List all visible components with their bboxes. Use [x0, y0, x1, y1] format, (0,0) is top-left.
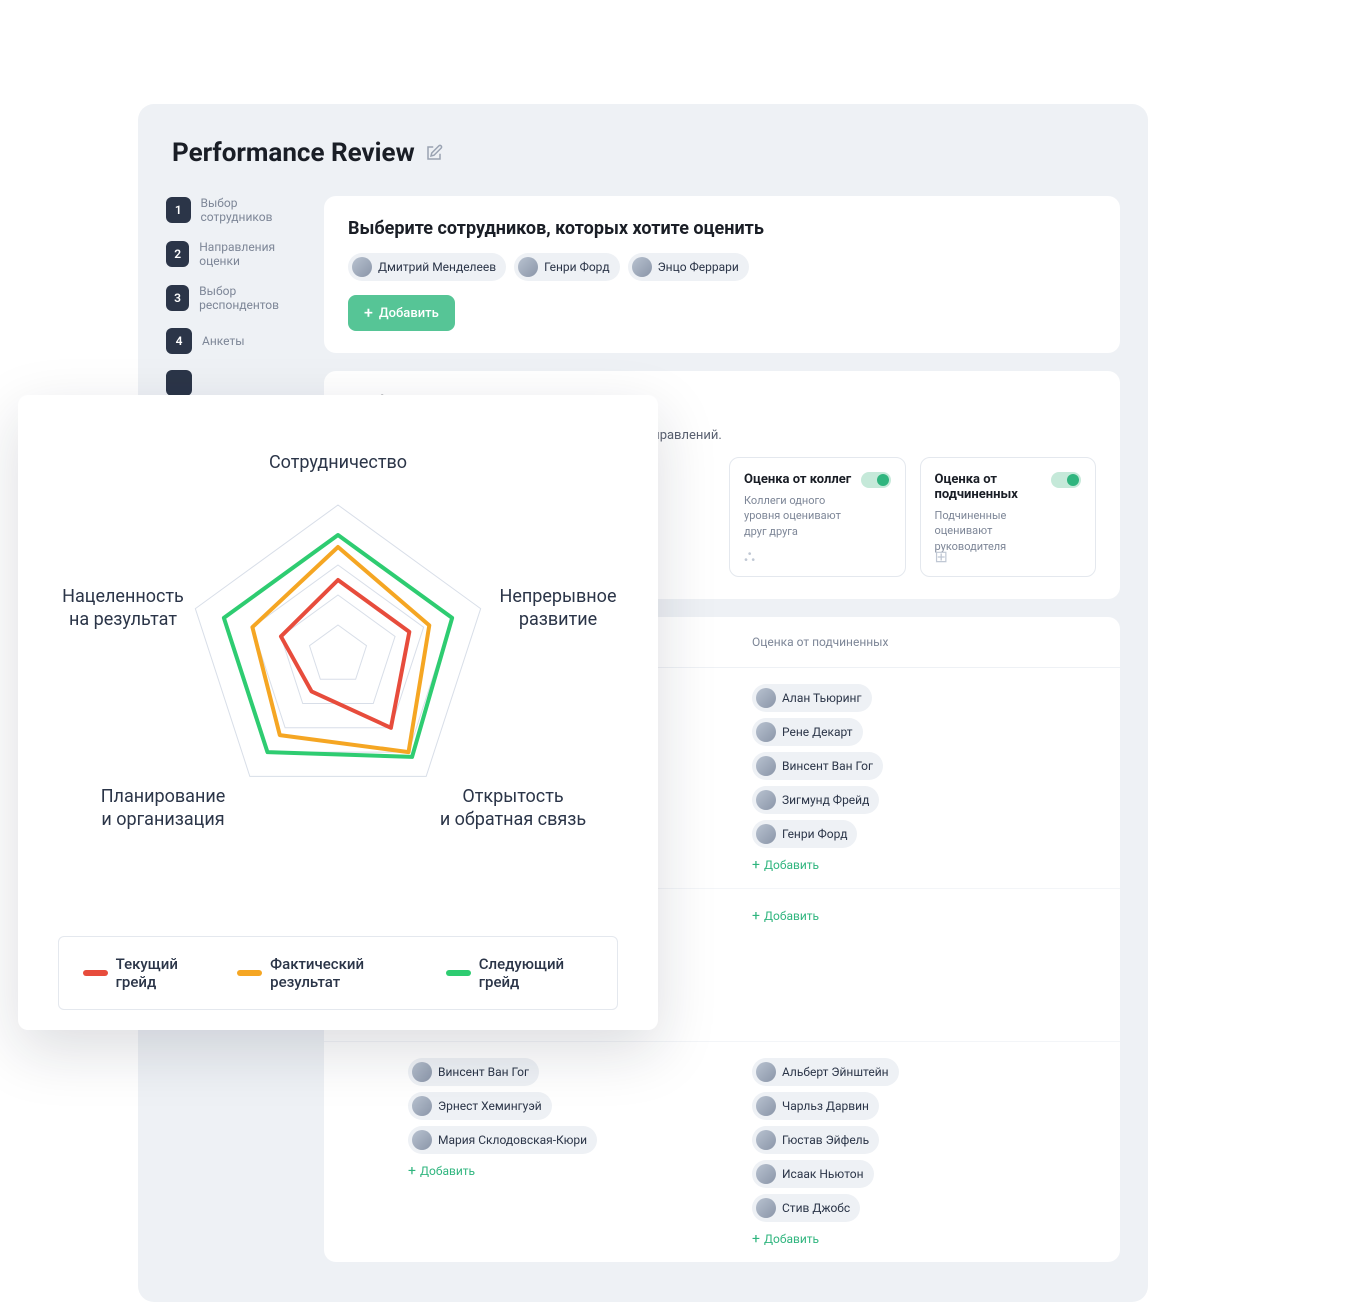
legend-swatch: [446, 970, 471, 976]
person-chip[interactable]: Стив Джобс: [752, 1194, 860, 1222]
radar-chart-panel: Сотрудничество Непрерывноеразвитие Откры…: [18, 395, 658, 1030]
chart-legend: Текущий грейд Фактический результат След…: [58, 936, 618, 1010]
plus-icon: +: [752, 1232, 760, 1246]
legend-swatch: [237, 970, 262, 976]
avatar: [756, 1062, 776, 1082]
employees-card: Выберите сотрудников, которых хотите оце…: [324, 196, 1120, 353]
add-respondent-link[interactable]: +Добавить: [752, 1232, 819, 1246]
step-number: 4: [166, 328, 192, 354]
avatar: [518, 257, 538, 277]
avatar: [412, 1130, 432, 1150]
avatar: [352, 257, 372, 277]
person-chip[interactable]: Винсент Ван Гог: [752, 752, 883, 780]
step-3[interactable]: 3 Выбор респондентов: [166, 284, 306, 312]
cell: Алан Тьюринг Рене Декарт Винсент Ван Гог…: [752, 684, 1096, 872]
plus-icon: +: [364, 305, 373, 321]
cell: Альберт Эйнштейн Чарльз Дарвин Гюстав Эй…: [752, 1058, 1096, 1246]
person-chip[interactable]: Винсент Ван Гог: [408, 1058, 539, 1086]
card-title: Выберите сотрудников, которых хотите оце…: [348, 218, 1096, 239]
col-header: Оценка от подчиненных: [752, 635, 1096, 649]
avatar: [756, 1130, 776, 1150]
legend-swatch: [83, 970, 108, 976]
add-respondent-link[interactable]: +Добавить: [752, 858, 819, 872]
edit-icon[interactable]: [425, 144, 443, 162]
step-number: [166, 370, 192, 396]
cell: +Добавить: [752, 905, 1096, 923]
avatar: [756, 722, 776, 742]
person-chip[interactable]: Генри Форд: [752, 820, 857, 848]
hierarchy-icon: ⊞: [935, 547, 948, 566]
direction-card-colleagues[interactable]: Оценка от коллег Коллеги одного уровня о…: [729, 457, 906, 577]
legend-item: Фактический результат: [237, 955, 418, 991]
person-chip[interactable]: Исаак Ньютон: [752, 1160, 874, 1188]
legend-item: Следующий грейд: [446, 955, 593, 991]
step-label: Выбор респондентов: [199, 284, 306, 312]
employee-chip[interactable]: Энцо Феррари: [628, 253, 749, 281]
respondent-row: Винсент Ван Гог Эрнест Хемингуэй Мария С…: [324, 1042, 1120, 1262]
avatar: [756, 824, 776, 844]
avatar: [756, 790, 776, 810]
direction-desc: Подчиненные оценивают руководителя: [935, 508, 1052, 554]
step-label: Выбор сотрудников: [201, 196, 307, 224]
step-label: Направления оценки: [199, 240, 306, 268]
avatar: [756, 756, 776, 776]
person-chip[interactable]: Чарльз Дарвин: [752, 1092, 879, 1120]
avatar: [756, 688, 776, 708]
direction-title: Оценка от коллег: [744, 472, 861, 487]
plus-icon: +: [752, 858, 760, 872]
step-5[interactable]: [166, 370, 306, 396]
toggle-switch[interactable]: [861, 472, 891, 488]
cell: Винсент Ван Гог Эрнест Хемингуэй Мария С…: [408, 1058, 752, 1178]
person-chip[interactable]: Мария Склодовская-Кюри: [408, 1126, 597, 1154]
step-number: 1: [166, 197, 191, 223]
add-employee-button[interactable]: +Добавить: [348, 295, 455, 331]
employee-chip[interactable]: Дмитрий Менделеев: [348, 253, 506, 281]
avatar: [756, 1164, 776, 1184]
add-respondent-link[interactable]: +Добавить: [752, 909, 819, 923]
axis-label-bottom-left: Планированиеи организация: [78, 785, 248, 832]
avatar: [756, 1096, 776, 1116]
legend-item: Текущий грейд: [83, 955, 209, 991]
avatar: [412, 1096, 432, 1116]
avatar: [756, 1198, 776, 1218]
employee-chip[interactable]: Генри Форд: [514, 253, 619, 281]
step-2[interactable]: 2 Направления оценки: [166, 240, 306, 268]
axis-label-right: Непрерывноеразвитие: [488, 585, 628, 632]
radar-chart: [168, 485, 508, 825]
axis-label-bottom-right: Открытостьи обратная связь: [428, 785, 598, 832]
step-number: 3: [166, 285, 189, 311]
step-number: 2: [166, 241, 189, 267]
add-respondent-link[interactable]: +Добавить: [408, 1164, 475, 1178]
page-title: Performance Review: [172, 138, 415, 168]
title-row: Performance Review: [138, 138, 1148, 196]
plus-icon: +: [408, 1164, 416, 1178]
step-4[interactable]: 4 Анкеты: [166, 328, 306, 354]
person-chip[interactable]: Зигмунд Фрейд: [752, 786, 879, 814]
person-chip[interactable]: Альберт Эйнштейн: [752, 1058, 899, 1086]
direction-card-subordinates[interactable]: Оценка от подчиненных Подчиненные оценив…: [920, 457, 1097, 577]
avatar: [412, 1062, 432, 1082]
axis-label-top: Сотрудничество: [269, 451, 407, 474]
person-chip[interactable]: Эрнест Хемингуэй: [408, 1092, 552, 1120]
avatar: [632, 257, 652, 277]
person-chip[interactable]: Алан Тьюринг: [752, 684, 872, 712]
person-chip[interactable]: Рене Декарт: [752, 718, 863, 746]
direction-desc: Коллеги одного уровня оценивают друг дру…: [744, 493, 861, 539]
axis-label-left: Нацеленностьна результат: [48, 585, 198, 632]
direction-title: Оценка от подчиненных: [935, 472, 1052, 502]
step-label: Анкеты: [202, 334, 245, 348]
person-chip[interactable]: Гюстав Эйфель: [752, 1126, 879, 1154]
plus-icon: +: [752, 909, 760, 923]
toggle-switch[interactable]: [1051, 472, 1081, 488]
employee-chips: Дмитрий Менделеев Генри Форд Энцо Феррар…: [348, 253, 1096, 281]
people-icon: ⛬: [744, 546, 755, 566]
step-1[interactable]: 1 Выбор сотрудников: [166, 196, 306, 224]
